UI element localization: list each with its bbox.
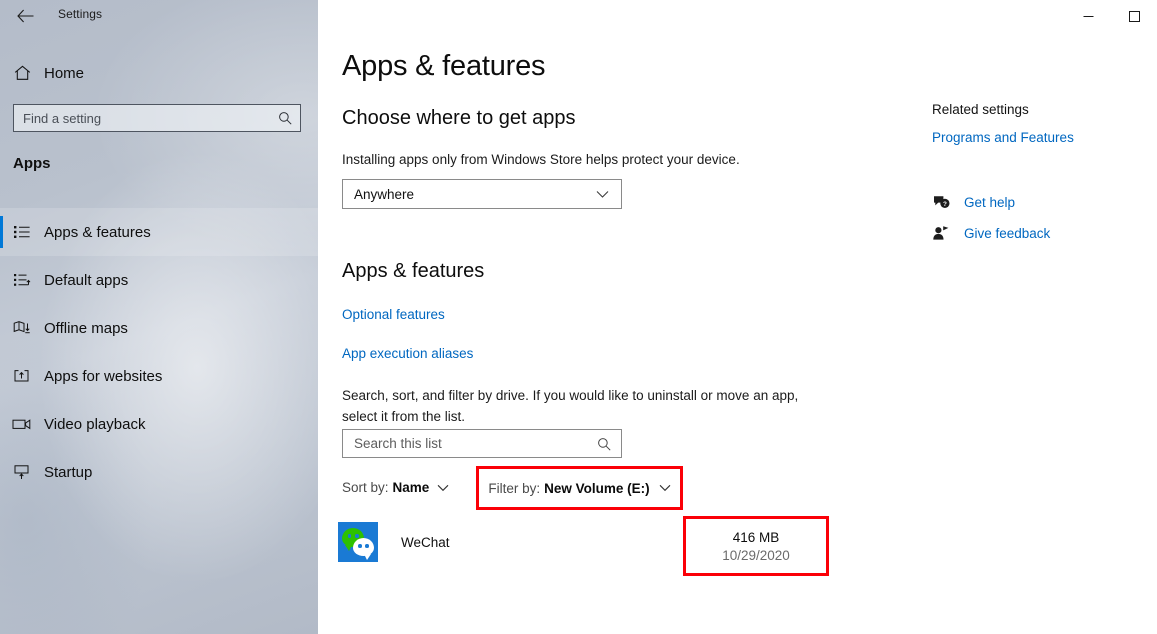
sidebar-home-label: Home bbox=[44, 64, 85, 82]
settings-window: Settings Home Find a setting Apps Apps &… bbox=[0, 0, 1157, 634]
filter-by-highlight-box: Filter by: New Volume (E:) bbox=[476, 466, 683, 510]
sidebar-item-home[interactable]: Home bbox=[0, 58, 318, 88]
choose-description: Installing apps only from Windows Store … bbox=[342, 152, 740, 167]
app-website-icon bbox=[0, 368, 44, 384]
app-execution-aliases-link-wrap: App execution aliases bbox=[342, 345, 473, 363]
sidebar-item-offline-maps[interactable]: Offline maps bbox=[0, 304, 318, 352]
optional-features-link[interactable]: Optional features bbox=[342, 307, 445, 322]
chevron-down-icon bbox=[437, 484, 449, 492]
give-feedback-label: Give feedback bbox=[964, 226, 1051, 241]
optional-features-link-wrap: Optional features bbox=[342, 306, 445, 324]
default-apps-icon bbox=[0, 272, 44, 288]
startup-icon bbox=[0, 464, 44, 480]
settings-search-box[interactable]: Find a setting bbox=[13, 104, 301, 132]
sort-by-control[interactable]: Sort by: Name bbox=[342, 480, 449, 495]
filter-by-control[interactable]: Filter by: New Volume (E:) bbox=[488, 480, 671, 496]
app-list-search-input[interactable]: Search this list bbox=[342, 429, 622, 458]
programs-and-features-link[interactable]: Programs and Features bbox=[932, 130, 1074, 145]
sort-by-label: Sort by: bbox=[342, 480, 389, 495]
sidebar-item-label: Startup bbox=[44, 463, 93, 481]
sidebar-item-apps-for-websites[interactable]: Apps for websites bbox=[0, 352, 318, 400]
feedback-person-icon bbox=[932, 225, 962, 242]
window-title: Settings bbox=[58, 7, 103, 21]
chevron-down-icon bbox=[596, 190, 621, 199]
list-bullet-icon bbox=[0, 224, 44, 240]
app-execution-aliases-link[interactable]: App execution aliases bbox=[342, 346, 473, 361]
app-name: WeChat bbox=[401, 534, 450, 550]
map-download-icon bbox=[0, 320, 44, 336]
sidebar-item-label: Video playback bbox=[44, 415, 146, 433]
settings-search-placeholder: Find a setting bbox=[23, 110, 102, 126]
related-settings-heading: Related settings bbox=[932, 102, 1029, 117]
section-heading-choose: Choose where to get apps bbox=[342, 107, 576, 129]
programs-and-features-link-wrap: Programs and Features bbox=[932, 129, 1074, 147]
sidebar-item-label: Apps for websites bbox=[44, 367, 163, 385]
svg-text:?: ? bbox=[943, 201, 947, 208]
sidebar-item-video-playback[interactable]: Video playback bbox=[0, 400, 318, 448]
app-size-highlight-box: 416 MB 10/29/2020 bbox=[683, 516, 829, 576]
home-icon bbox=[0, 65, 44, 81]
get-apps-dropdown[interactable]: Anywhere bbox=[342, 179, 622, 209]
app-list-search-placeholder: Search this list bbox=[354, 436, 442, 451]
search-icon bbox=[597, 437, 621, 451]
list-item[interactable]: WeChat bbox=[338, 522, 450, 562]
get-help-label: Get help bbox=[964, 195, 1016, 210]
sidebar-item-label: Apps & features bbox=[44, 223, 151, 241]
sidebar-nav-list: Apps & features Default apps Offline map… bbox=[0, 208, 318, 496]
sidebar-item-startup[interactable]: Startup bbox=[0, 448, 318, 496]
apps-list-description: Search, sort, and filter by drive. If yo… bbox=[342, 388, 799, 424]
sidebar-section-apps: Apps bbox=[13, 155, 51, 172]
wechat-icon bbox=[338, 522, 378, 562]
chevron-down-icon bbox=[659, 484, 671, 492]
sidebar-item-label: Default apps bbox=[44, 271, 129, 289]
sidebar-titlebar: Settings bbox=[0, 0, 318, 32]
back-arrow-icon[interactable] bbox=[12, 4, 38, 28]
give-feedback-link[interactable]: Give feedback bbox=[932, 225, 1050, 242]
settings-sidebar: Settings Home Find a setting Apps Apps &… bbox=[0, 0, 318, 634]
app-install-date: 10/29/2020 bbox=[722, 547, 790, 563]
section-heading-apps: Apps & features bbox=[342, 260, 485, 282]
sidebar-item-label: Offline maps bbox=[44, 319, 128, 337]
get-apps-dropdown-value: Anywhere bbox=[354, 186, 415, 202]
app-size: 416 MB bbox=[732, 529, 780, 545]
filter-by-value: New Volume (E:) bbox=[544, 480, 650, 496]
filter-by-label: Filter by: bbox=[488, 480, 541, 496]
sidebar-item-default-apps[interactable]: Default apps bbox=[0, 256, 318, 304]
video-camera-icon bbox=[0, 417, 44, 431]
help-question-icon: ? bbox=[932, 194, 962, 211]
page-title: Apps & features bbox=[342, 50, 546, 82]
search-icon bbox=[278, 111, 300, 125]
sidebar-item-apps-features[interactable]: Apps & features bbox=[0, 208, 318, 256]
main-content: Apps & features Choose where to get apps… bbox=[318, 0, 1157, 634]
sort-by-value: Name bbox=[392, 480, 430, 495]
get-help-link[interactable]: ? Get help bbox=[932, 194, 1015, 211]
